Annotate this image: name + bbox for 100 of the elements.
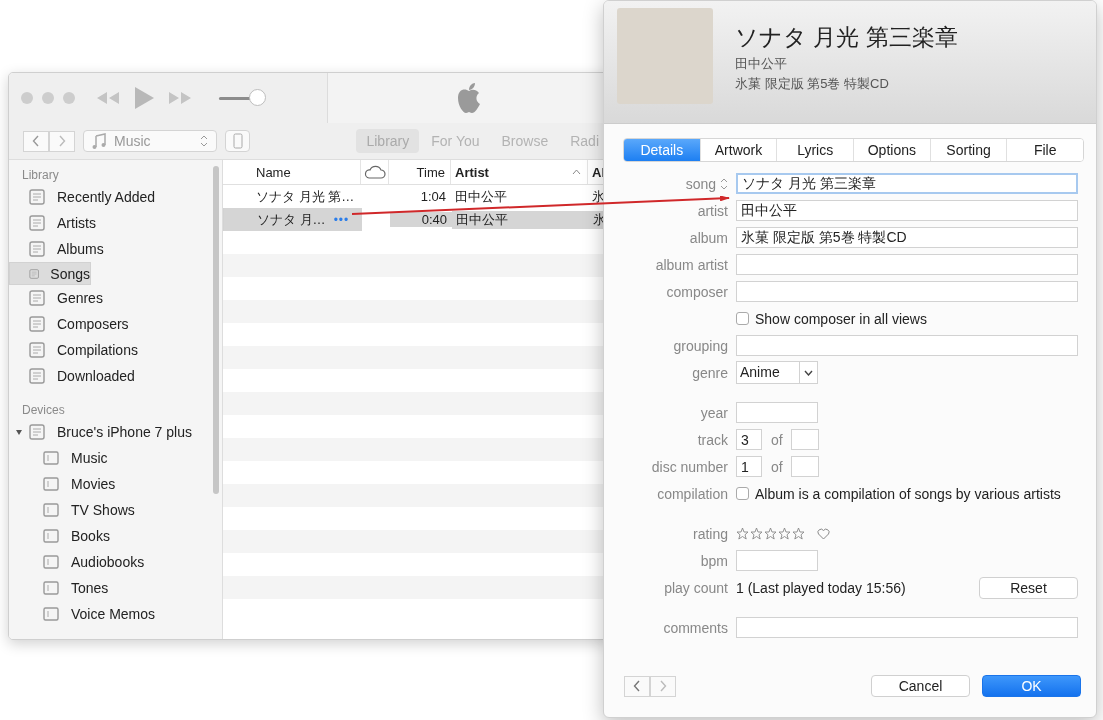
field-label: comments <box>663 619 728 636</box>
sidebar-item[interactable]: Bruce's iPhone 7 plus <box>9 419 222 445</box>
checkbox-label: Show composer in all views <box>755 310 927 327</box>
song-title: ソナタ 月光 第三楽章 <box>735 22 958 52</box>
ok-button[interactable]: OK <box>982 675 1081 697</box>
text-field[interactable] <box>736 550 818 571</box>
text-field[interactable] <box>736 281 1078 302</box>
field-label: grouping <box>673 337 728 354</box>
zoom-button[interactable] <box>63 92 75 104</box>
heart-icon[interactable] <box>817 527 830 540</box>
sidebar-item[interactable]: Recently Added <box>9 184 222 210</box>
text-field[interactable] <box>736 254 1078 275</box>
sidebar-item[interactable]: Tones <box>9 575 222 601</box>
disclosure-triangle-icon[interactable] <box>15 428 23 436</box>
field-label: bpm <box>700 552 728 569</box>
field-label: artist <box>697 202 728 219</box>
field-label: compilation <box>657 485 728 502</box>
sidebar-item[interactable]: Composers <box>9 311 222 337</box>
artist-name: 田中公平 <box>735 54 788 73</box>
checkbox-label: Album is a compilation of songs by various artists <box>755 485 1061 502</box>
sidebar-item-icon <box>41 475 61 493</box>
of-label: of <box>771 458 783 475</box>
sidebar-item[interactable]: Compilations <box>9 337 222 363</box>
stepper-icon <box>199 135 208 147</box>
sidebar-item[interactable]: Audiobooks <box>9 549 222 575</box>
text-field[interactable]: ソナタ 月光 第三楽章 <box>736 173 1078 194</box>
text-field[interactable] <box>736 335 1078 356</box>
table-cell-text: 田中公平 <box>454 187 508 206</box>
sidebar-item-icon <box>27 289 47 307</box>
sidebar-item[interactable]: Artists <box>9 210 222 236</box>
number-field[interactable] <box>790 456 819 477</box>
minimize-button[interactable] <box>42 92 54 104</box>
sidebar-item[interactable]: Movies <box>9 471 222 497</box>
sidebar-item-icon <box>27 188 47 206</box>
star-icon[interactable] <box>736 527 749 540</box>
text-field[interactable] <box>736 402 818 423</box>
column-header[interactable]: Artist <box>451 160 588 184</box>
table-cell[interactable]: ソナタ 月光 第… <box>223 185 363 208</box>
phone-icon <box>232 133 243 149</box>
sidebar-item[interactable]: Genres <box>9 285 222 311</box>
number-field[interactable] <box>790 429 819 450</box>
sidebar-item-icon <box>27 214 47 232</box>
field-label: play count <box>664 579 728 596</box>
back-button[interactable] <box>23 130 49 152</box>
fast-forward-icon[interactable] <box>167 90 193 106</box>
forward-button[interactable] <box>49 130 75 152</box>
genre-dropdown[interactable]: Anime <box>736 361 818 384</box>
sidebar-item[interactable]: TV Shows <box>9 497 222 523</box>
chevron-right-icon <box>659 680 667 692</box>
chevron-left-icon <box>633 680 641 692</box>
sidebar-item[interactable]: Music <box>9 445 222 471</box>
close-button[interactable] <box>21 92 33 104</box>
sidebar-item[interactable]: Albums <box>9 236 222 262</box>
text-field[interactable]: 氷菓 限定版 第5巻 特製CD <box>736 227 1078 248</box>
column-header[interactable]: Time <box>389 160 451 184</box>
section-heading: Library <box>21 167 60 184</box>
reset-button[interactable]: Reset <box>979 576 1078 599</box>
sidebar-item-icon <box>27 341 47 359</box>
field-label: genre <box>692 364 728 381</box>
sidebar-item[interactable]: Books <box>9 523 222 549</box>
checkbox[interactable] <box>736 487 749 500</box>
cancel-button[interactable]: Cancel <box>871 675 970 697</box>
star-icon[interactable] <box>778 527 791 540</box>
field-label: rating <box>692 525 728 542</box>
number-field[interactable]: 1 <box>736 456 762 477</box>
of-label: of <box>771 431 783 448</box>
text-field[interactable]: 田中公平 <box>736 200 1078 221</box>
scrollbar[interactable] <box>213 166 219 494</box>
star-icon[interactable] <box>764 527 777 540</box>
next-button[interactable] <box>650 675 676 697</box>
sidebar-item[interactable]: Downloaded <box>9 363 222 389</box>
table-cell: 田中公平 <box>452 210 589 229</box>
field-label: song <box>685 175 716 192</box>
table-cell[interactable]: ソナタ 月… <box>224 208 334 231</box>
column-header[interactable]: Name <box>223 160 361 184</box>
sidebar-item-icon <box>27 423 47 441</box>
play-icon[interactable] <box>133 86 155 110</box>
sidebar-item-icon <box>41 553 61 571</box>
sidebar-item-icon <box>41 605 61 623</box>
tab[interactable]: File <box>1006 139 1083 161</box>
stepper-icon[interactable] <box>720 177 728 190</box>
apple-logo-icon <box>455 82 482 114</box>
rewind-icon[interactable] <box>95 90 121 106</box>
text-field[interactable] <box>736 617 1078 638</box>
chevron-left-icon <box>32 135 40 147</box>
previous-button[interactable] <box>624 675 650 697</box>
device-button[interactable] <box>224 130 251 152</box>
section-heading: Devices <box>21 402 66 419</box>
sidebar-item[interactable]: Voice Memos <box>9 601 222 627</box>
star-icon[interactable] <box>792 527 805 540</box>
star-icon[interactable] <box>750 527 763 540</box>
cloud-icon[interactable] <box>363 165 386 179</box>
checkbox[interactable] <box>736 312 749 325</box>
sidebar-item[interactable]: Songs <box>9 262 91 285</box>
sidebar-item-icon <box>27 240 47 258</box>
sidebar-item-icon <box>41 501 61 519</box>
sidebar-item-icon <box>41 579 61 597</box>
number-field[interactable]: 3 <box>736 429 762 450</box>
field-label: year <box>700 404 728 421</box>
chevron-down-icon <box>804 369 813 376</box>
